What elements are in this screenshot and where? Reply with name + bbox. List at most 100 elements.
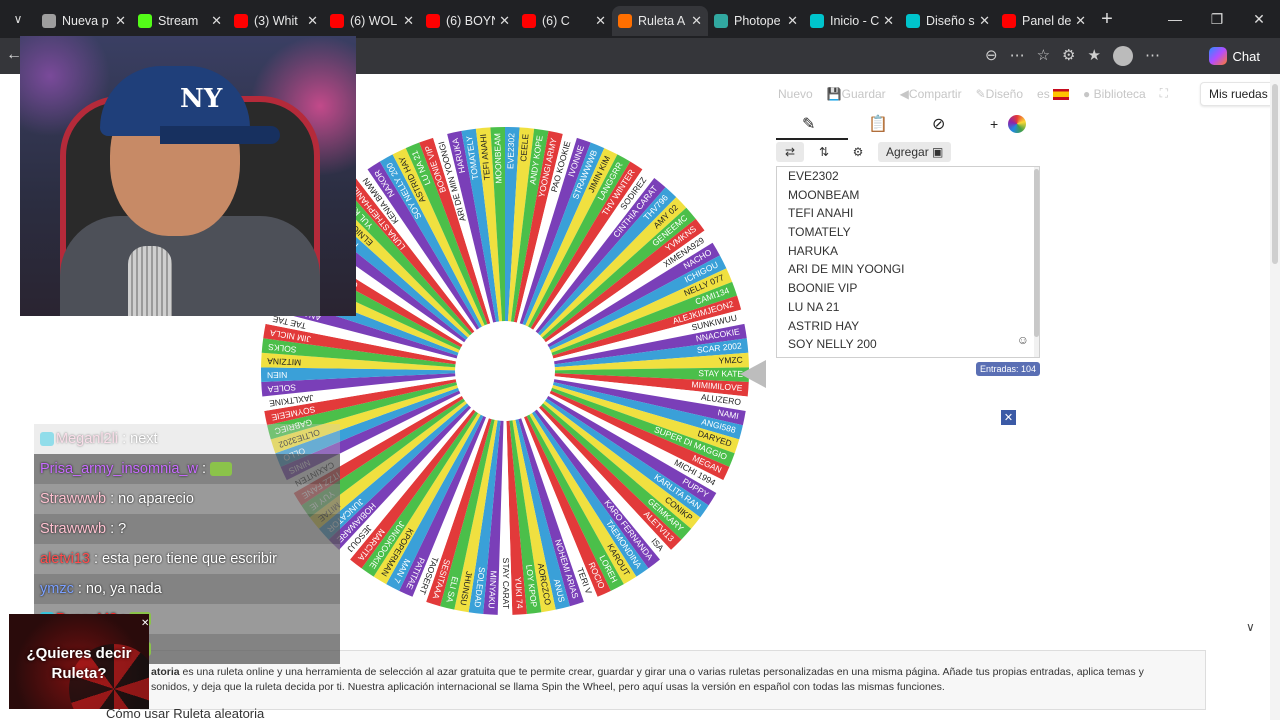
promo-text: ¿Quieres decir Ruleta? (9, 644, 149, 684)
chat-text: : ? (110, 521, 127, 537)
close-ad-icon[interactable]: ✕ (1001, 410, 1016, 425)
tab-strip: Nueva p ✕ Stream ✕ (3) Whit ✕ (6) WOL ✕ (6) BOYN… (36, 2, 1092, 36)
tab-title: Inicio - C (830, 14, 880, 28)
tab-5[interactable]: (6) C ✕ (516, 6, 612, 36)
biblioteca-button[interactable]: ● Biblioteca (1083, 87, 1146, 101)
browser-tab-bar: ∨ Nueva p ✕ Stream ✕ (3) Whit ✕ (6) WOL ✕ (6) BO… (0, 0, 1280, 38)
compartir-button[interactable]: ◀Compartir (900, 87, 962, 101)
tab-3[interactable]: (6) WOL ✕ (324, 6, 420, 36)
nuevo-button[interactable]: Nuevo (778, 87, 813, 101)
tab-8[interactable]: Inicio - C ✕ (804, 6, 900, 36)
sort-icon[interactable]: ⇅ (810, 142, 838, 162)
image-gear-icon[interactable]: ⚙ (844, 142, 872, 162)
new-tab-button[interactable]: + (1092, 8, 1122, 31)
entry-line: ARI DE MIN YOONGI (788, 262, 905, 277)
diseno-button[interactable]: ✎Diseño (976, 87, 1023, 101)
chat-username: Strawwwb (40, 491, 107, 507)
chat-username: Prisa_army_insomnia_w (40, 461, 198, 477)
profile-avatar[interactable] (1112, 46, 1133, 66)
minimize-icon[interactable]: — (1154, 0, 1196, 38)
chevron-down-icon[interactable]: ∨ (1246, 620, 1255, 634)
more-dots-icon[interactable]: ⋯ (1010, 46, 1025, 66)
restore-icon[interactable]: ❐ (1196, 0, 1238, 38)
tab-title: (3) Whit (254, 14, 298, 28)
wheel-label: SOLEA (267, 382, 296, 394)
webcam-overlay: NY (20, 36, 356, 316)
diseno-label: Diseño (985, 86, 1024, 101)
tab-close-icon[interactable]: ✕ (499, 13, 510, 29)
description-bold: atoria (151, 666, 180, 678)
entry-line: SOY NELLY 200 (788, 337, 877, 352)
cap-logo-icon: NY (180, 84, 223, 114)
wheel-label: MITZINA (267, 356, 302, 368)
chat-emote-icon (209, 462, 232, 476)
close-window-icon[interactable]: ✕ (1238, 0, 1280, 38)
chat-username: Meganl2li (56, 431, 119, 447)
entries-textarea[interactable]: EVE2302 MOONBEAM TEFI ANAHI TOMATELY HARUKA A… (776, 166, 1040, 358)
color-wheel-icon[interactable] (1008, 115, 1026, 133)
tab-close-icon[interactable]: ✕ (307, 13, 318, 29)
zoom-icon[interactable]: ⊖ (985, 46, 998, 66)
shuffle-icon[interactable]: ⇄ (776, 142, 804, 162)
spain-flag-icon (1053, 88, 1070, 100)
tab-6[interactable]: Ruleta A ✕ (612, 6, 708, 36)
guardar-button[interactable]: 💾Guardar (827, 87, 886, 101)
tab-0[interactable]: Nueva p ✕ (36, 6, 132, 36)
tab-7[interactable]: Photope ✕ (708, 6, 804, 36)
tab-9[interactable]: Diseño s ✕ (900, 6, 996, 36)
compartir-label: Compartir (908, 86, 962, 101)
tab-4[interactable]: (6) BOYN ✕ (420, 6, 516, 36)
settings-more-icon[interactable]: ⋯ (1145, 46, 1160, 66)
tab-close-icon[interactable]: ✕ (787, 13, 798, 29)
chat-message: ymzc: no, ya nada (34, 574, 340, 604)
entry-line: EVE2302 (788, 169, 839, 183)
tab-title: Diseño s (926, 14, 975, 28)
tab-10[interactable]: Panel de ✕ (996, 6, 1092, 36)
add-icon[interactable]: + (990, 116, 998, 132)
promo-line2: Ruleta? (51, 665, 107, 682)
wheel-label: EVE2302 (505, 133, 516, 169)
microphone-icon (128, 246, 172, 316)
chat-label: Chat (1232, 48, 1260, 64)
copilot-chat-button[interactable]: Chat (1201, 44, 1268, 68)
emoji-icon[interactable]: ☺ (1017, 333, 1029, 347)
entry-line: HARUKA (788, 243, 839, 258)
tab-close-icon[interactable]: ✕ (595, 13, 606, 29)
tab-title: (6) WOL (350, 14, 398, 28)
favorites-icon[interactable]: ★ (1087, 46, 1100, 66)
language-code: es (1037, 86, 1050, 101)
mis-ruedas-button[interactable]: Mis ruedas (1200, 82, 1277, 106)
tab-2[interactable]: (3) Whit ✕ (228, 6, 324, 36)
tab-favicon-icon (42, 14, 56, 28)
tab-close-icon[interactable]: ✕ (979, 13, 990, 29)
tab-close-icon[interactable]: ✕ (1075, 13, 1086, 29)
pencil-icon[interactable]: ✎ (802, 114, 815, 134)
tab-favicon-icon (810, 14, 824, 28)
tab-close-icon[interactable]: ✕ (211, 13, 222, 29)
tab-close-icon[interactable]: ✕ (403, 13, 414, 29)
hide-eye-icon[interactable]: ⊘ (932, 114, 945, 134)
clipboard-icon[interactable]: 📋 (868, 114, 888, 134)
page-scrollbar[interactable] (1270, 74, 1280, 720)
wheel-center[interactable] (455, 321, 555, 421)
favorite-star-icon[interactable]: ☆ (1037, 46, 1050, 66)
tab-close-icon[interactable]: ✕ (883, 13, 894, 29)
tab-title: Ruleta A (638, 14, 686, 28)
language-selector[interactable]: es (1037, 86, 1070, 101)
add-image-button[interactable]: Agregar ▣ (878, 142, 952, 162)
tab-favicon-icon (714, 14, 728, 28)
tab-search-icon[interactable]: ∨ (0, 0, 36, 38)
tab-close-icon[interactable]: ✕ (115, 13, 126, 29)
extensions-icon[interactable]: ⚙ (1062, 46, 1075, 66)
guardar-label: Guardar (841, 86, 886, 101)
fullscreen-icon[interactable]: ⛶ (1160, 86, 1168, 101)
tab-1[interactable]: Stream ✕ (132, 6, 228, 36)
tab-favicon-icon (906, 14, 920, 28)
tab-favicon-icon (234, 14, 248, 28)
tab-title: Panel de (1022, 14, 1072, 28)
active-tab-underline (776, 138, 848, 140)
tab-title: (6) C (542, 14, 570, 28)
tab-close-icon[interactable]: ✕ (691, 13, 702, 29)
entries-scrollbar[interactable] (1034, 167, 1039, 357)
promo-close-icon: ✕ (141, 618, 149, 629)
